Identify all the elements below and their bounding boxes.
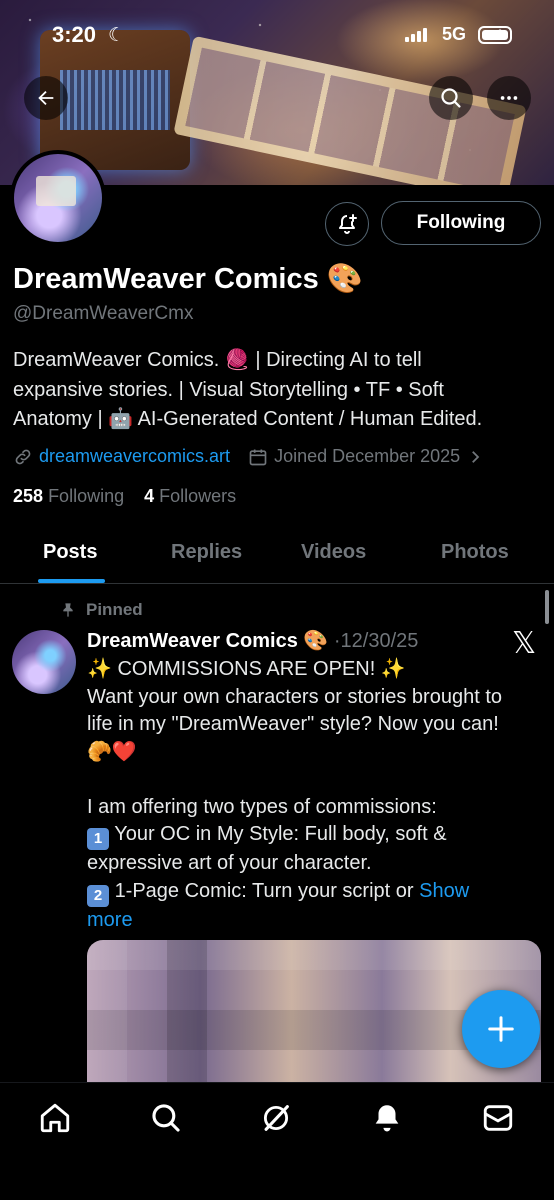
keycap-1-icon: 1 (87, 828, 109, 850)
notifications-toggle-button[interactable] (325, 202, 369, 246)
search-icon (441, 88, 461, 108)
chevron-right-icon[interactable] (466, 448, 484, 466)
more-icon (500, 96, 518, 100)
post-line: life in my "DreamWeaver" style? Now you … (87, 713, 499, 735)
profile-display-name: DreamWeaver Comics 🎨 (13, 263, 363, 295)
pin-icon (63, 603, 73, 617)
messages-icon[interactable] (481, 1101, 515, 1135)
link-icon (15, 449, 31, 464)
scrollbar[interactable] (545, 590, 549, 624)
active-tab-indicator (38, 579, 105, 583)
post-date[interactable]: ·12/30/25 (334, 630, 419, 652)
battery-icon (478, 26, 512, 44)
followers-count-link[interactable]: 4 Followers (144, 486, 236, 506)
profile-tabs: Posts Replies Videos Photos (0, 526, 554, 584)
plus-icon (488, 1016, 514, 1042)
post-header: DreamWeaver Comics 🎨 ·12/30/25 (87, 628, 418, 653)
pinned-text: Pinned (86, 600, 143, 619)
bio-line: expansive stories. | Visual Storytelling… (13, 378, 444, 401)
back-arrow-icon (38, 90, 54, 106)
bio-line: DreamWeaver Comics. 🧶 | Directing AI to … (13, 349, 422, 371)
post-line: Want your own characters or stories brou… (87, 685, 502, 708)
profile-meta: dreamweavercomics.art Joined December 20… (13, 446, 484, 467)
post-line: 1 Your OC in My Style: Full body, soft & (87, 821, 542, 850)
following-button[interactable]: Following (381, 201, 541, 245)
followers-label: Followers (159, 486, 237, 506)
calendar-icon (249, 449, 267, 465)
tab-photos[interactable]: Photos (441, 541, 509, 564)
back-button[interactable] (24, 76, 68, 120)
more-options-button[interactable] (487, 76, 531, 120)
followers-count: 4 (144, 486, 155, 506)
search-icon[interactable] (149, 1101, 183, 1135)
post-author-name[interactable]: DreamWeaver Comics 🎨 (87, 630, 328, 652)
home-icon[interactable] (38, 1101, 72, 1135)
tab-replies[interactable]: Replies (171, 541, 242, 564)
bottom-navigation (0, 1082, 554, 1200)
grok-icon[interactable] (259, 1101, 293, 1135)
post-author-avatar[interactable] (12, 630, 76, 694)
profile-joined-date: Joined December 2025 (274, 446, 461, 466)
show-more-link-continued[interactable]: more (87, 909, 133, 931)
signal-icon (405, 28, 427, 42)
post-line: 🥐❤️ (87, 740, 137, 763)
network-label: 5G (442, 24, 467, 44)
post-line: 2 1-Page Comic: Turn your script or Show (87, 878, 542, 907)
moon-icon: ☾ (108, 25, 126, 46)
bio-line: Anatomy | 🤖 AI-Generated Content / Human… (13, 408, 483, 430)
compose-button[interactable] (462, 990, 540, 1068)
post-line: ✨ COMMISSIONS ARE OPEN! ✨ (87, 658, 406, 680)
notifications-icon[interactable] (370, 1101, 404, 1135)
following-count-link[interactable]: 258 Following (13, 486, 124, 506)
keycap-2-icon: 2 (87, 884, 109, 907)
profile-bio: DreamWeaver Comics. 🧶 | Directing AI to … (13, 346, 533, 435)
bell-plus-icon (339, 214, 357, 234)
tab-posts[interactable]: Posts (43, 541, 97, 564)
tab-videos[interactable]: Videos (301, 541, 366, 564)
status-time: 3:20 (52, 22, 97, 47)
post-text: ✨ COMMISSIONS ARE OPEN! ✨ Want your own … (87, 656, 542, 934)
profile-website-link[interactable]: dreamweavercomics.art (39, 446, 230, 467)
post-line: expressive art of your character. (87, 852, 372, 874)
profile-avatar[interactable] (10, 150, 106, 246)
following-count: 258 (13, 486, 44, 506)
show-more-link[interactable]: Show (419, 880, 469, 902)
profile-handle: @DreamWeaverCmx (13, 303, 194, 324)
following-label: Following (48, 486, 125, 506)
profile-counts: 258 Following 4 Followers (13, 486, 236, 507)
pinned-label: Pinned (60, 600, 143, 620)
search-button[interactable] (429, 76, 473, 120)
post-line: I am offering two types of commissions: (87, 795, 437, 818)
status-bar: 3:20 ☾ 5G (0, 22, 554, 52)
